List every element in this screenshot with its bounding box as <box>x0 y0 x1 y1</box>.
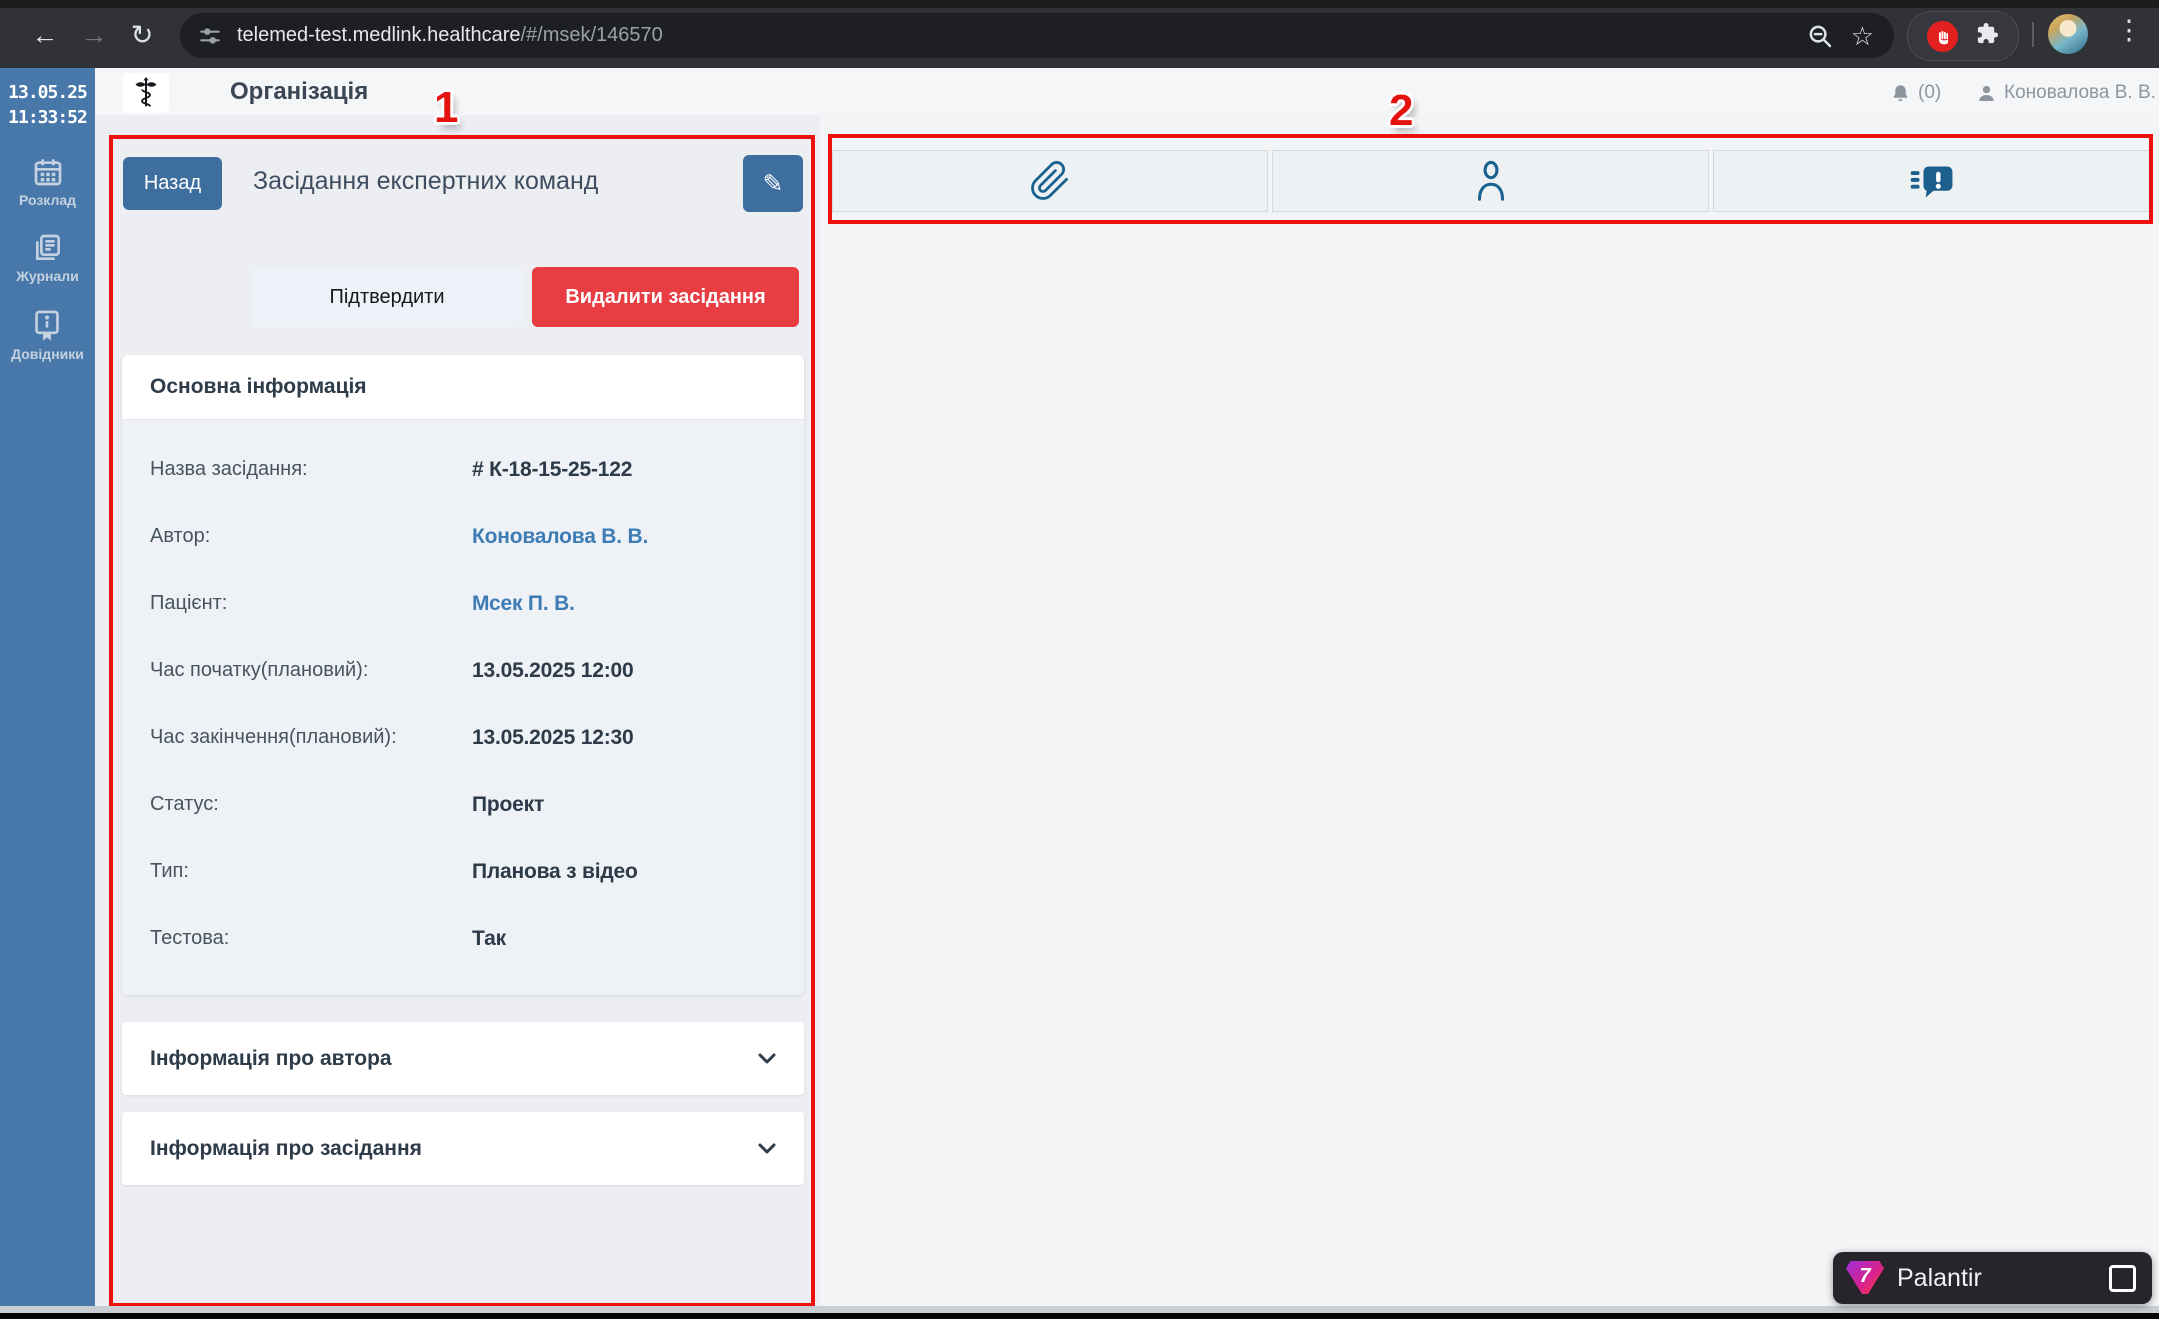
browser-tab-strip <box>0 0 2159 8</box>
annotation-number-2: 2 <box>1389 86 1414 135</box>
delete-meeting-button[interactable]: Видалити засідання <box>532 267 799 327</box>
caduceus-icon <box>135 77 157 107</box>
card-body: Назва засідання: # К-18-15-25-122 Автор:… <box>122 420 804 995</box>
browser-back-icon[interactable]: ← <box>25 16 65 56</box>
user-name: Коновалова В. В. <box>2004 82 2156 103</box>
edit-button[interactable]: ✎ <box>743 155 803 212</box>
confirm-button[interactable]: Підтвердити <box>251 267 523 327</box>
bell-icon <box>1893 84 1908 101</box>
user-menu[interactable]: Коновалова В. В. <box>1976 82 2156 104</box>
browser-menu-icon[interactable]: ⋮ <box>2114 15 2144 46</box>
sidebar-item-journals[interactable]: Журнали <box>16 232 79 284</box>
palantir-logo-icon: 7 <box>1846 1261 1884 1294</box>
calendar-icon <box>34 159 61 186</box>
journals-icon <box>35 234 60 260</box>
sidebar-item-references[interactable]: Довідники <box>11 308 84 362</box>
url-text: telemed-test.medlink.healthcare/#/msek/1… <box>237 24 663 46</box>
field-value: Планова з відео <box>472 859 638 883</box>
sidebar-clock: 13.05.25 11:33:52 <box>0 68 95 130</box>
accordion-author-info[interactable]: Інформація про автора <box>122 1022 804 1095</box>
field-row: Пацієнт: Мсек П. В. <box>122 570 804 637</box>
notifications-button[interactable]: (0) <box>1890 82 1941 104</box>
field-value: # К-18-15-25-122 <box>472 457 633 481</box>
field-value: Проект <box>472 792 545 816</box>
sidebar-item-label: Розклад <box>18 192 77 208</box>
field-label: Автор: <box>150 525 211 547</box>
field-label: Тестова: <box>150 927 230 949</box>
field-row: Тип: Планова з відео <box>122 838 804 905</box>
card-title: Основна інформація <box>122 355 804 420</box>
field-label: Час початку(плановий): <box>150 659 369 681</box>
sidebar-item-label: Довідники <box>11 346 84 362</box>
adblocker-icon[interactable] <box>1926 20 1958 52</box>
field-label: Час закінчення(плановий): <box>150 726 397 748</box>
field-row: Статус: Проект <box>122 771 804 838</box>
chevron-down-icon <box>758 1053 776 1063</box>
url-bar[interactable]: telemed-test.medlink.healthcare/#/msek/1… <box>180 13 1894 58</box>
pencil-icon: ✎ <box>762 169 784 198</box>
tab-attachments[interactable] <box>832 150 1268 212</box>
palantir-label: Palantir <box>1897 1263 1982 1292</box>
zoom-icon[interactable] <box>1805 21 1835 51</box>
browser-toolbar: ← → ↻ telemed-test.medlink.healthcare/#/… <box>0 0 2159 71</box>
bottom-scrollbar-track[interactable] <box>0 1306 2159 1313</box>
clock-date: 13.05.25 <box>8 82 88 103</box>
field-label: Тип: <box>150 860 189 882</box>
extensions-icon[interactable] <box>1976 22 1999 50</box>
sidebar: 13.05.25 11:33:52 Розклад Журнали Довідн… <box>0 68 95 1306</box>
notifications-count: (0) <box>1918 82 1942 103</box>
tab-messages[interactable] <box>1713 150 2151 212</box>
patient-link[interactable]: Мсек П. В. <box>472 592 575 616</box>
app-header <box>95 68 2159 115</box>
field-label: Пацієнт: <box>150 592 228 614</box>
field-label: Статус: <box>150 793 219 815</box>
bookmark-star-icon[interactable]: ☆ <box>1851 21 1874 51</box>
field-row: Назва засідання: # К-18-15-25-122 <box>122 436 804 503</box>
app-logo[interactable] <box>123 73 169 113</box>
clock-time: 11:33:52 <box>8 107 88 128</box>
field-value: Так <box>472 926 506 950</box>
screen-bottom-edge <box>0 1313 2159 1319</box>
toolbar-divider <box>2032 22 2034 47</box>
back-button[interactable]: Назад <box>123 157 222 210</box>
extensions-container <box>1907 11 2019 61</box>
field-row: Тестова: Так <box>122 905 804 972</box>
org-title: Організація <box>230 78 369 105</box>
field-value: 13.05.2025 12:30 <box>472 725 634 749</box>
restore-window-icon[interactable] <box>2109 1264 2136 1292</box>
person-outline-icon <box>1477 160 1504 201</box>
screen: ← → ↻ telemed-test.medlink.healthcare/#/… <box>0 0 2159 1319</box>
palantir-widget[interactable]: 7 Palantir <box>1833 1252 2152 1304</box>
main-info-card: Основна інформація Назва засідання: # К-… <box>122 355 804 995</box>
annotation-number-1: 1 <box>434 83 459 132</box>
accordion-meeting-info[interactable]: Інформація про засідання <box>122 1112 804 1185</box>
paperclip-icon <box>1031 161 1068 200</box>
browser-profile-avatar[interactable] <box>2048 14 2088 54</box>
chevron-down-icon <box>758 1143 776 1153</box>
sidebar-item-label: Журнали <box>16 268 79 284</box>
site-info-icon[interactable] <box>197 23 223 49</box>
meeting-title: Засідання експертних команд <box>253 167 599 195</box>
browser-reload-icon[interactable]: ↻ <box>122 16 162 56</box>
user-icon <box>1979 85 1994 101</box>
chat-alert-icon <box>1910 166 1953 198</box>
sidebar-item-schedule[interactable]: Розклад <box>19 156 76 208</box>
field-label: Назва засідання: <box>150 458 308 480</box>
author-link[interactable]: Коновалова В. В. <box>472 525 648 549</box>
browser-forward-icon[interactable]: → <box>74 16 114 56</box>
field-row: Час початку(плановий): 13.05.2025 12:00 <box>122 637 804 704</box>
reference-book-icon <box>35 310 60 341</box>
field-row: Час закінчення(плановий): 13.05.2025 12:… <box>122 704 804 771</box>
field-value: 13.05.2025 12:00 <box>472 658 634 682</box>
tab-participants[interactable] <box>1272 150 1709 212</box>
field-row: Автор: Коновалова В. В. <box>122 503 804 570</box>
